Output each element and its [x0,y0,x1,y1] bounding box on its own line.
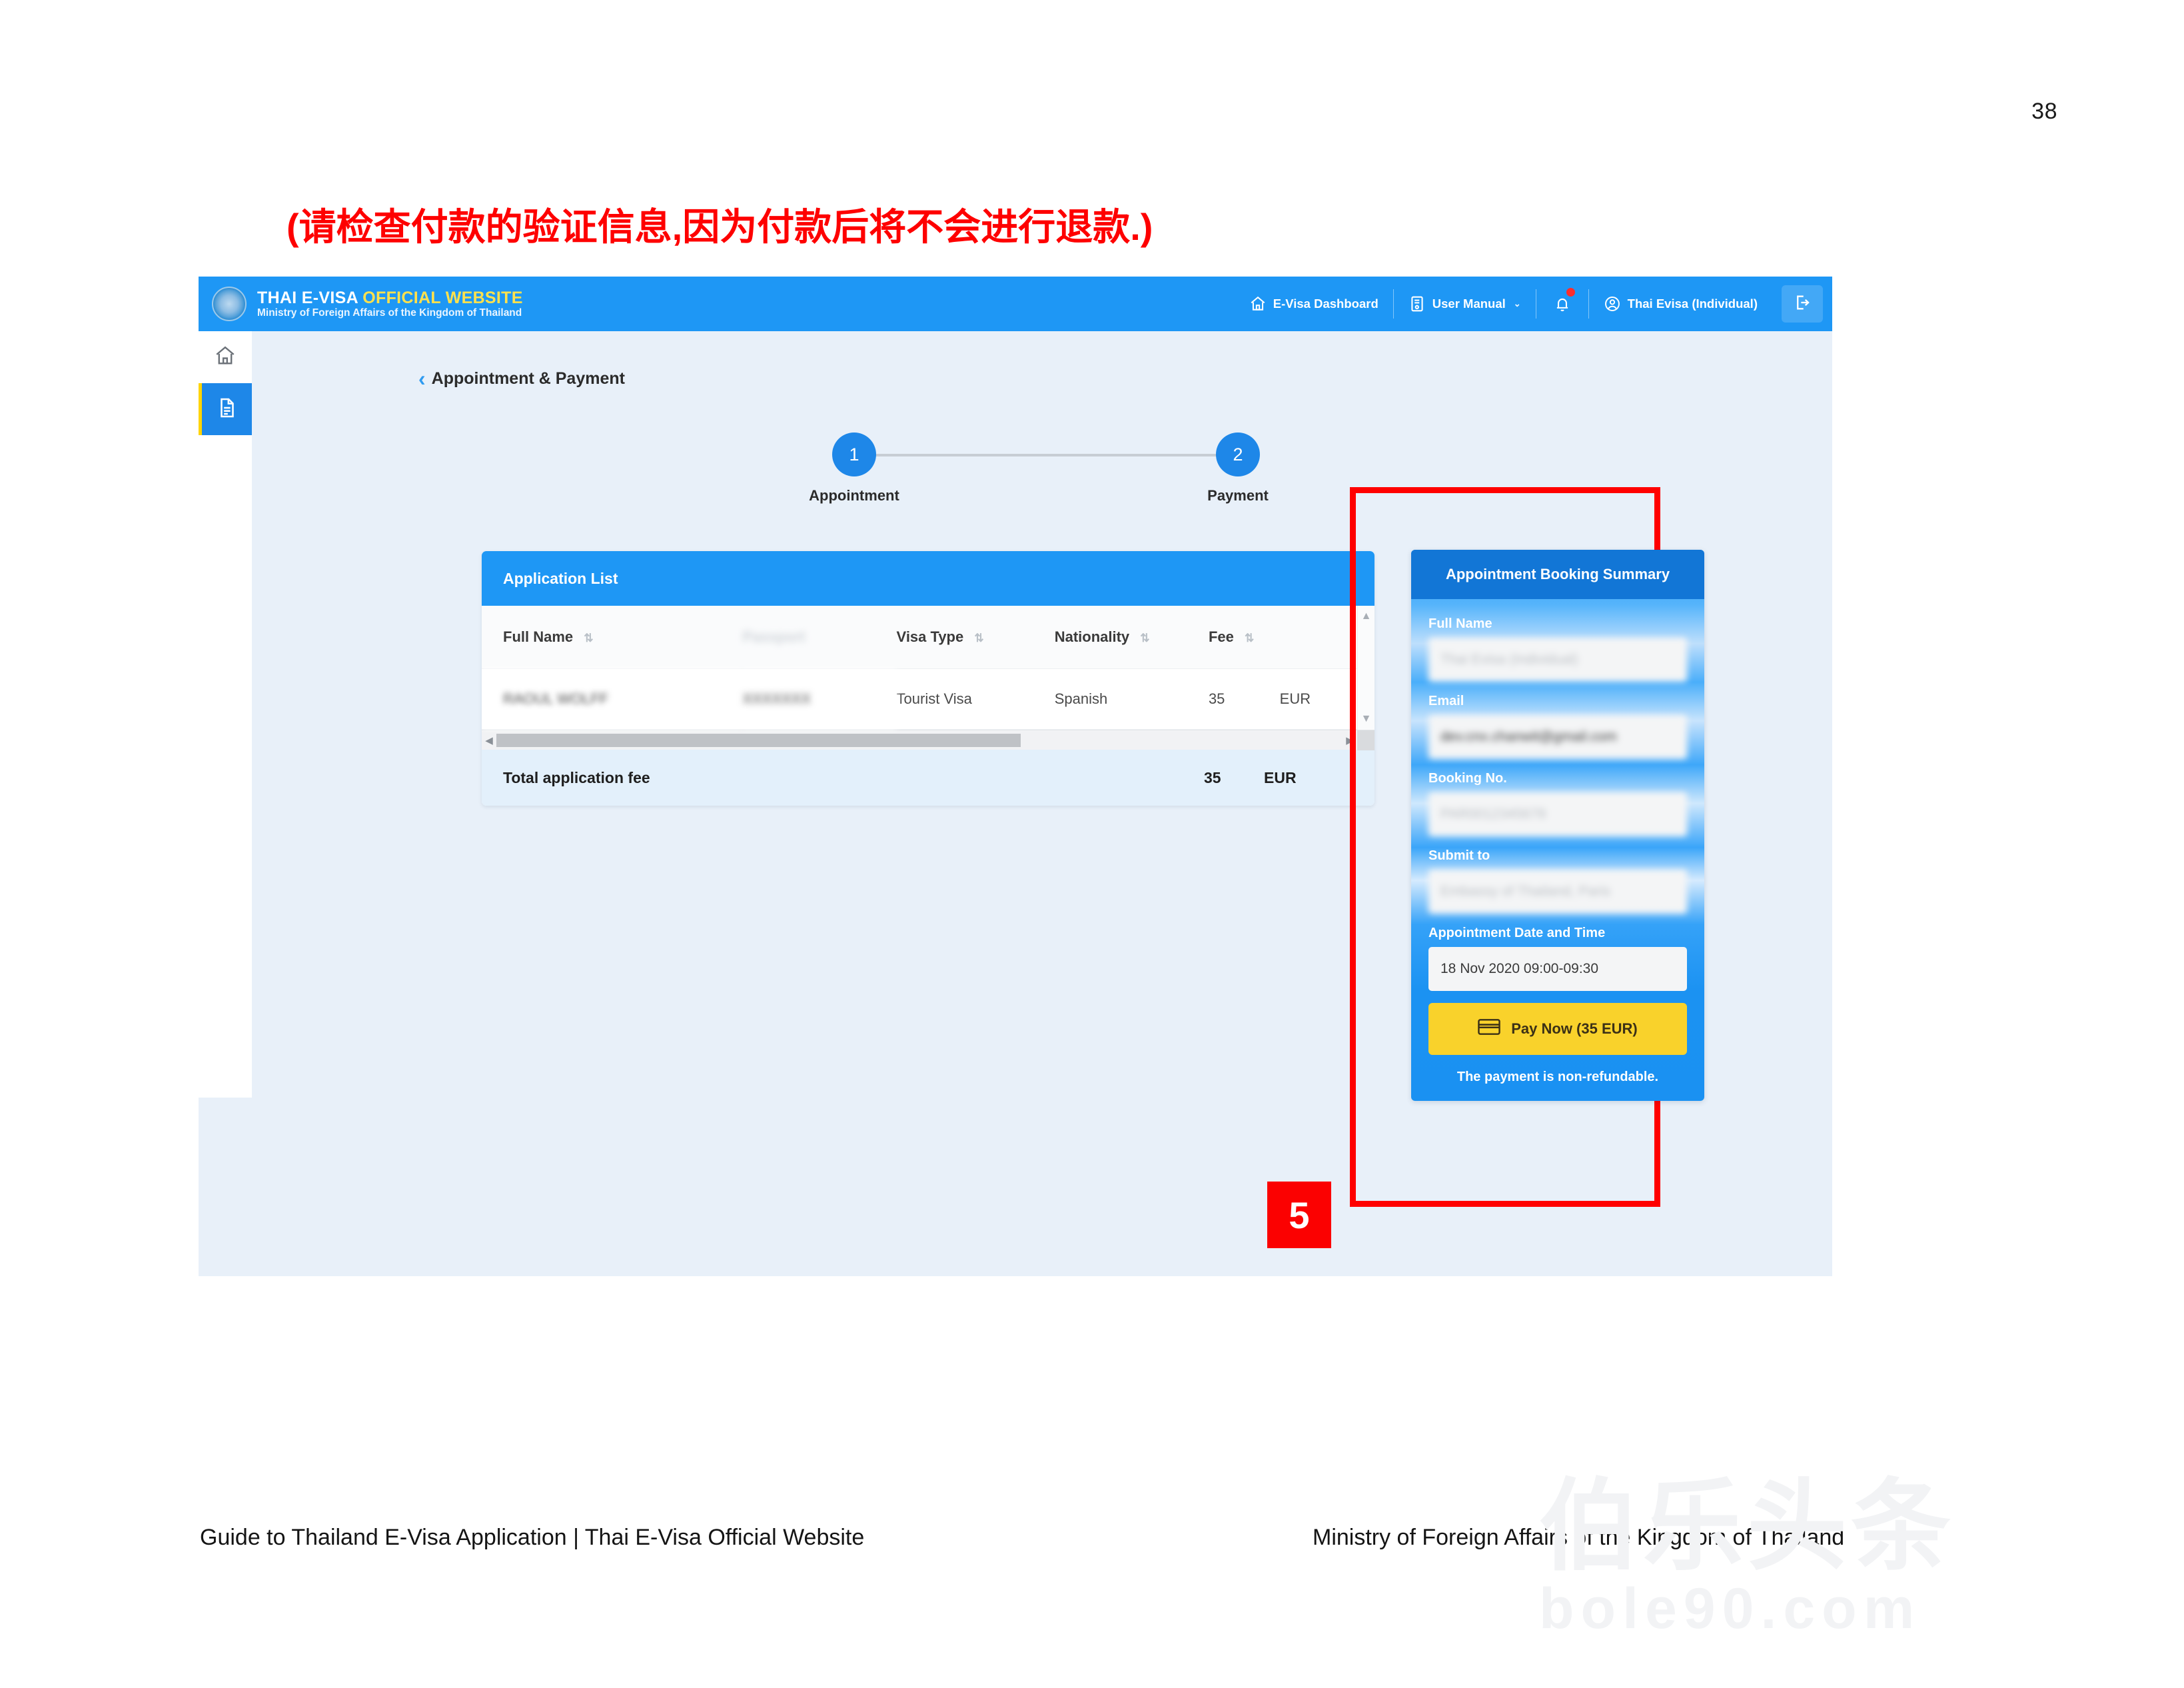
sidebar [199,331,252,1098]
non-refundable-note: The payment is non-refundable. [1456,1070,1659,1084]
cell-visa-type: Tourist Visa [896,668,1055,730]
brand-subtitle: Ministry of Foreign Affairs of the Kingd… [257,307,522,319]
table-header-row: Full Name ⇅ Passport Visa Type ⇅ Nationa… [482,606,1374,669]
scroll-left-icon[interactable]: ◀ [482,734,496,746]
logout-button[interactable] [1782,285,1823,323]
stepper-step-payment[interactable]: 2 Payment [1191,424,1285,504]
step-badge-5: 5 [1267,1182,1331,1248]
logout-icon [1793,293,1812,315]
sidebar-item-home[interactable] [199,331,252,383]
summary-field-submit-to: Submit to Embassy of Thailand, Paris [1428,848,1687,914]
total-fee-label: Total application fee [503,768,650,786]
column-nationality[interactable]: Nationality ⇅ [1054,606,1209,669]
label-appointment-datetime: Appointment Date and Time [1428,926,1606,940]
cell-full-name: RAOUL WOLFF [482,668,743,730]
notification-badge-dot [1566,288,1575,297]
cell-redacted: XXXXXXX [742,668,897,730]
credit-card-icon [1478,1018,1501,1040]
progress-stepper: 1 Appointment 2 Payment [418,424,1351,524]
document-page: 38 (请检查付款的验证信息,因为付款后将不会进行退款.) THAI E-VIS… [0,0,2184,1688]
cell-fee: 35 [1208,668,1280,730]
bell-icon [1554,295,1571,313]
label-full-name: Full Name [1428,616,1492,631]
application-list-title: Application List [482,551,1374,606]
stepper-step-appointment[interactable]: 1 Appointment [808,424,901,504]
home-icon [214,345,237,371]
app-screenshot: THAI E-VISA OFFICIAL WEBSITE Ministry of… [199,277,1832,1276]
nav-notifications[interactable] [1536,288,1589,319]
pay-now-label: Pay Now (35 EUR) [1511,1020,1638,1037]
app-header: THAI E-VISA OFFICIAL WEBSITE Ministry of… [199,277,1832,331]
application-table: Full Name ⇅ Passport Visa Type ⇅ Nationa… [482,606,1374,730]
nav-label-account: Thai Evisa (Individual) [1627,297,1758,311]
summary-title: Appointment Booking Summary [1411,550,1704,599]
brand-block: THAI E-VISA OFFICIAL WEBSITE Ministry of… [199,287,523,321]
application-list-card: Application List Full Name ⇅ Passport Vi… [482,551,1374,806]
cell-nationality: Spanish [1054,668,1209,730]
column-fee[interactable]: Fee ⇅ [1208,606,1280,669]
sort-icon[interactable]: ⇅ [584,632,593,644]
stepper-label-appointment: Appointment [809,487,899,504]
column-full-name[interactable]: Full Name ⇅ [482,606,743,669]
page-title: Appointment & Payment [431,369,625,388]
breadcrumb[interactable]: ‹ Appointment & Payment [418,368,625,389]
sidebar-item-applications[interactable] [199,383,252,435]
watermark: 伯乐头条 bole90.com [1539,1476,2112,1676]
nav-user-manual[interactable]: User Manual ⌄ [1394,289,1536,319]
pay-now-button[interactable]: Pay Now (35 EUR) [1428,1003,1687,1055]
total-fee-currency: EUR [1264,768,1297,786]
nav-label-dashboard: E-Visa Dashboard [1273,297,1378,311]
sort-icon[interactable]: ⇅ [1140,632,1149,644]
application-table-wrapper: Full Name ⇅ Passport Visa Type ⇅ Nationa… [482,606,1374,730]
total-fee-value: 35 [1204,768,1221,786]
column-redacted-label: Passport [742,628,806,645]
stepper-label-payment: Payment [1207,487,1269,504]
value-booking-no: PAR0012345678 [1428,792,1687,836]
column-visa-type[interactable]: Visa Type ⇅ [896,606,1055,669]
brand-secondary: OFFICIAL WEBSITE [362,289,523,308]
nav-label-user-manual: User Manual [1432,297,1506,311]
document-icon [216,397,239,422]
chevron-down-icon: ⌄ [1513,299,1521,309]
brand-primary: THAI E-VISA [257,289,358,308]
book-icon [1408,295,1426,313]
column-redacted: Passport [742,606,897,669]
summary-field-booking-no: Booking No. PAR0012345678 [1428,771,1687,836]
stepper-number-2: 2 [1216,432,1260,476]
stepper-connector-line [854,454,1238,456]
nav-user-account[interactable]: Thai Evisa (Individual) [1589,289,1772,319]
value-submit-to: Embassy of Thailand, Paris [1428,870,1687,914]
annotation-note: (请检查付款的验证信息,因为付款后将不会进行退款.) [286,206,1153,248]
summary-fields: Full Name Thai Evisa (Individual) Email … [1411,599,1704,1101]
summary-field-email: Email dev.cnx.chanwit@gmail.com [1428,694,1687,759]
top-navigation: E-Visa Dashboard User Manual ⌄ Thai Evis… [1235,277,1832,331]
home-icon [1249,295,1267,313]
table-row[interactable]: RAOUL WOLFF XXXXXXX Tourist Visa Spanish… [482,668,1374,730]
sort-icon[interactable]: ⇅ [1245,632,1254,644]
label-submit-to: Submit to [1428,848,1490,863]
nav-evisa-dashboard[interactable]: E-Visa Dashboard [1235,289,1394,319]
label-email: Email [1428,694,1464,708]
summary-field-full-name: Full Name Thai Evisa (Individual) [1428,616,1687,682]
brand-text: THAI E-VISA OFFICIAL WEBSITE Ministry of… [257,289,523,319]
value-appointment-datetime: 18 Nov 2020 09:00-09:30 [1428,947,1687,991]
footer-left-text: Guide to Thailand E-Visa Application | T… [200,1525,865,1550]
back-chevron-icon[interactable]: ‹ [418,368,426,389]
page-number: 38 [2031,99,2057,124]
stepper-number-1: 1 [832,432,876,476]
sort-icon[interactable]: ⇅ [974,632,983,644]
hscroll-thumb[interactable] [496,733,1021,747]
label-booking-no: Booking No. [1428,771,1507,786]
user-circle-icon [1604,295,1621,313]
watermark-line-2: bole90.com [1539,1577,1921,1641]
value-full-name: Thai Evisa (Individual) [1428,638,1687,682]
footer-right-text: Ministry of Foreign Affairs of the Kingd… [1313,1525,1845,1550]
table-horizontal-scrollbar[interactable]: ◀ ▶ [482,730,1374,750]
total-fee-row: Total application fee 35 EUR [482,750,1374,806]
hscroll-track[interactable] [496,733,1343,747]
summary-field-appointment-datetime: Appointment Date and Time 18 Nov 2020 09… [1428,926,1687,991]
value-email: dev.cnx.chanwit@gmail.com [1428,715,1687,759]
appointment-booking-summary-panel: Appointment Booking Summary Full Name Th… [1411,550,1704,1101]
thai-emblem-icon [212,287,247,321]
